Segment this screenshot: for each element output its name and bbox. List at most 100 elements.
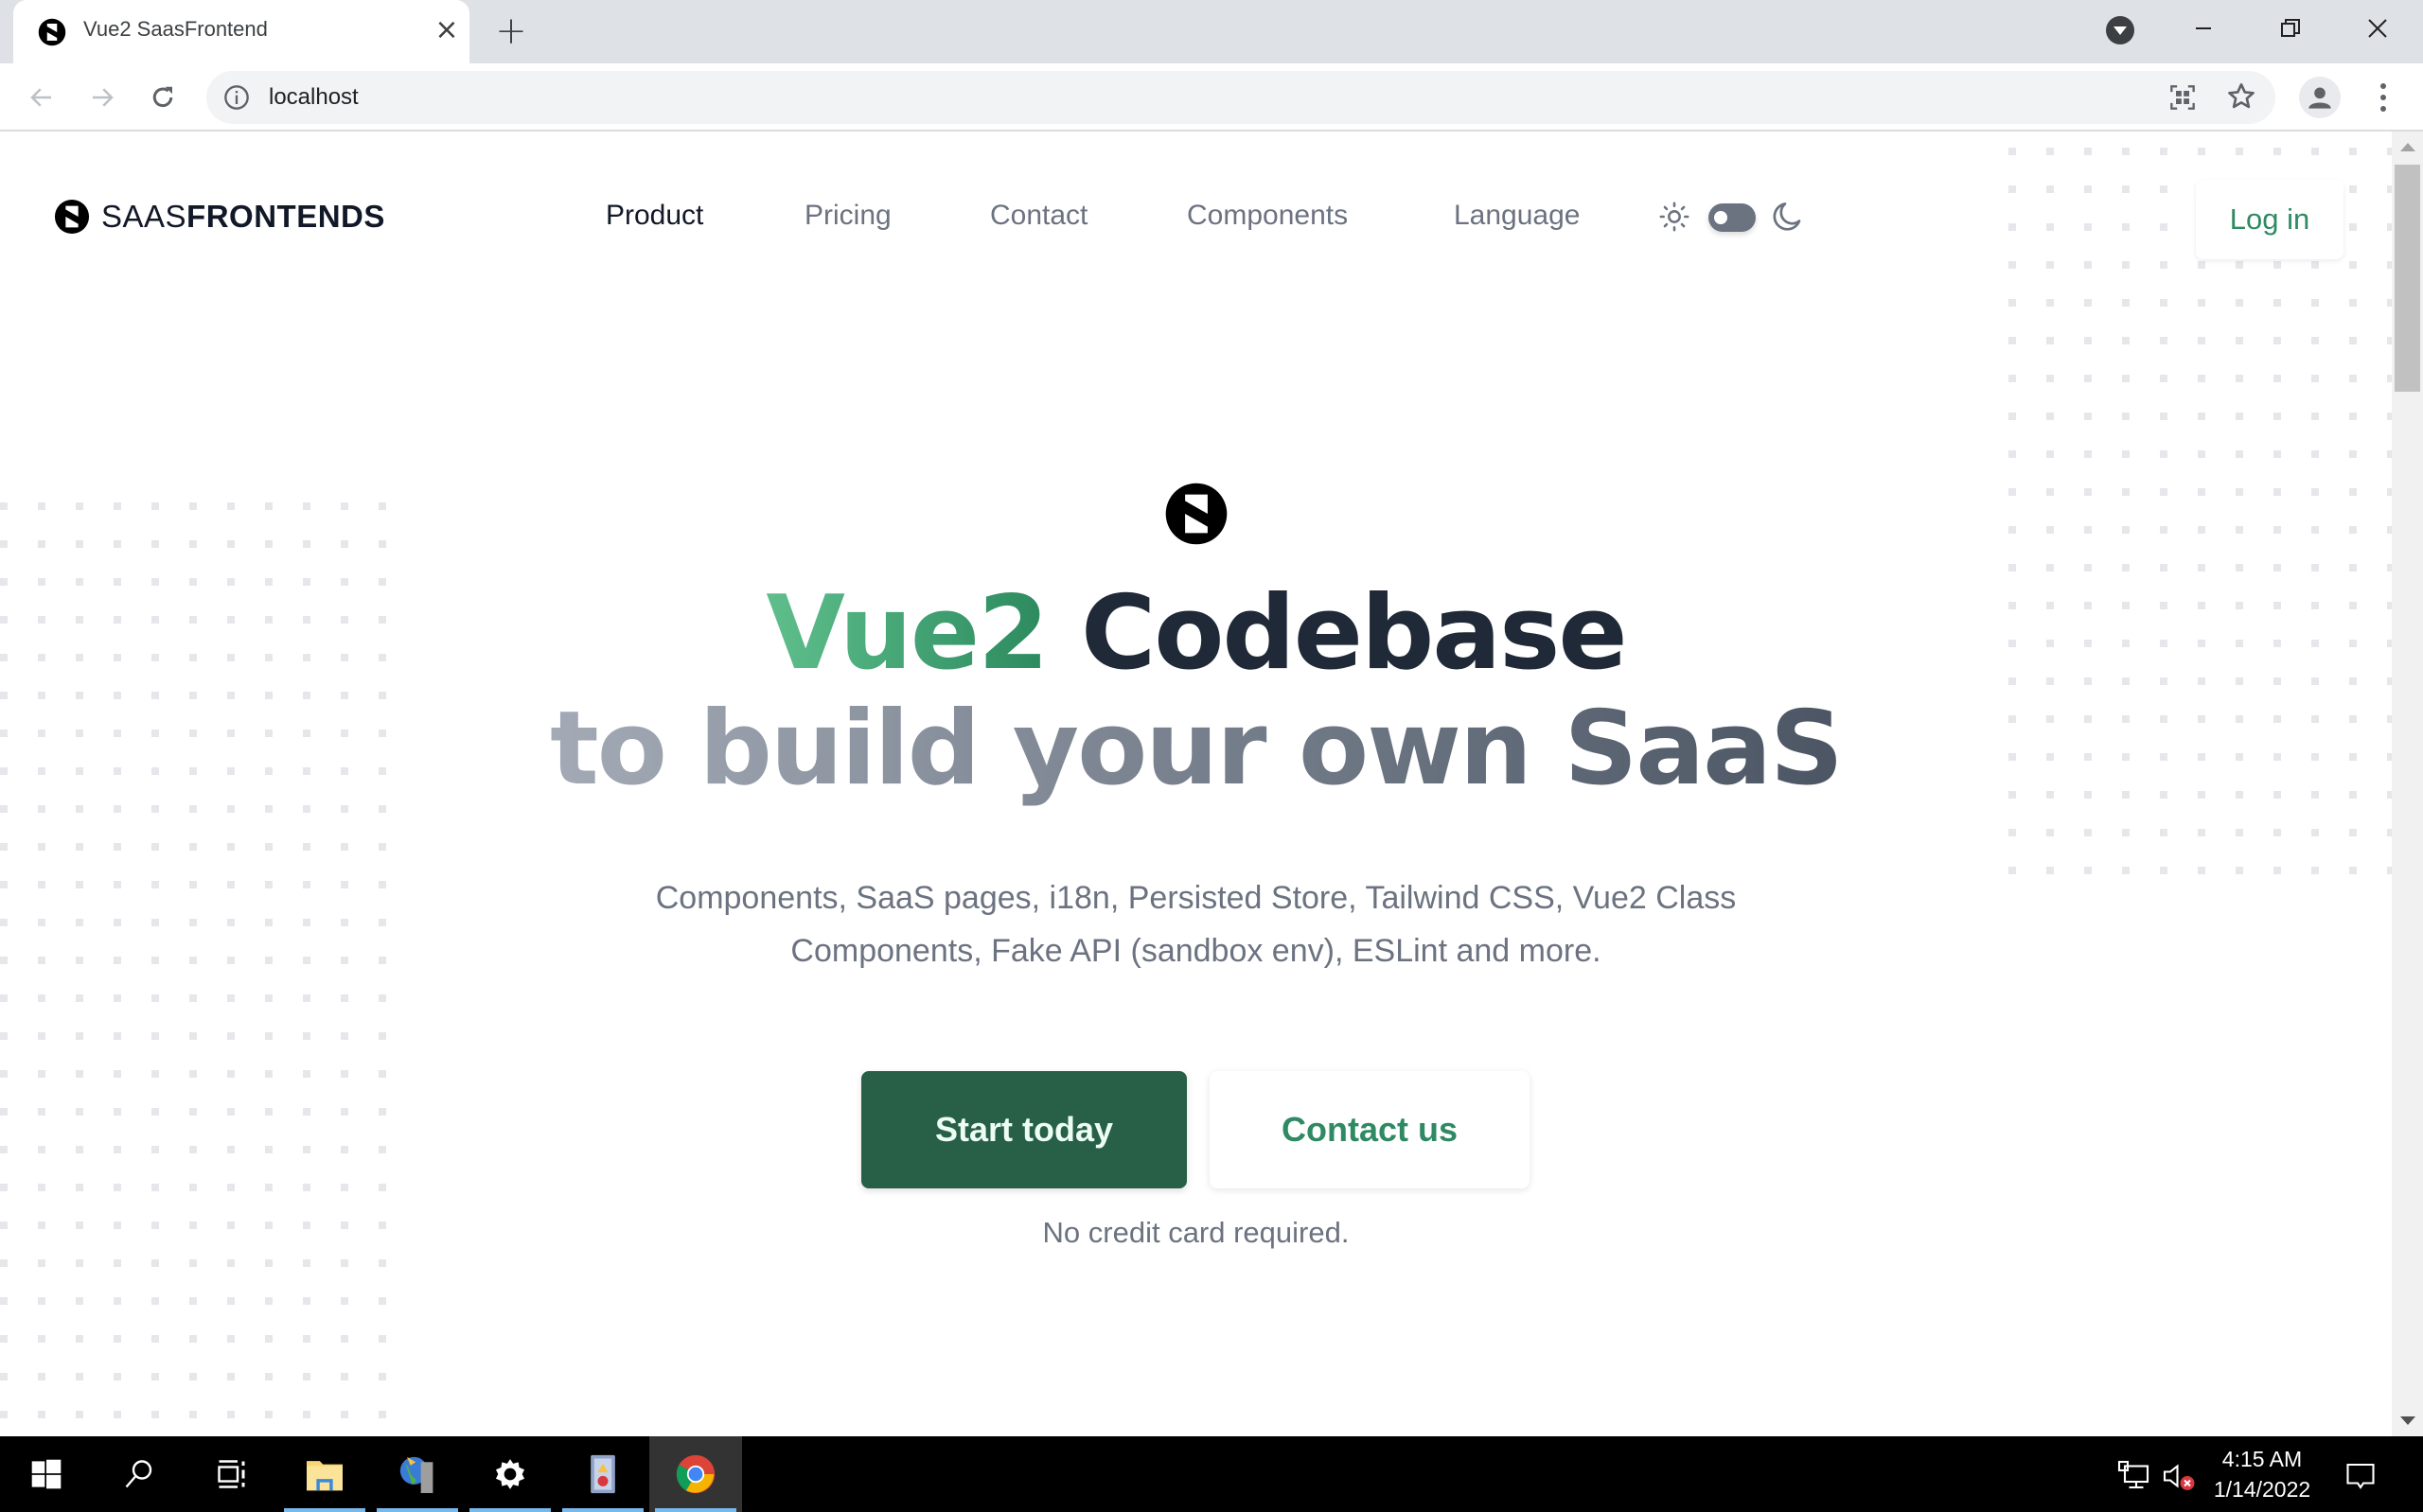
pattern-dot — [303, 881, 310, 888]
arrow-left-icon — [30, 88, 51, 107]
profile-avatar[interactable] — [2299, 77, 2341, 118]
pattern-dot — [227, 502, 235, 510]
pattern-dot — [76, 1032, 83, 1040]
pattern-dot — [2084, 867, 2092, 874]
moon-icon[interactable] — [1771, 200, 1805, 234]
pattern-dot — [2008, 488, 2016, 496]
pattern-dot — [2084, 223, 2092, 231]
pattern-dot — [379, 994, 386, 1002]
pattern-dot — [76, 1070, 83, 1078]
pattern-dot — [2198, 413, 2205, 420]
pattern-dot — [2311, 829, 2319, 836]
brand-logo[interactable]: SAASFRONTENDS — [54, 198, 385, 236]
network-app-taskbar-button[interactable] — [371, 1436, 464, 1512]
pattern-dot — [0, 994, 8, 1002]
pattern-dot — [2273, 261, 2281, 269]
pattern-dot — [2046, 375, 2054, 382]
page-scrollbar[interactable] — [2392, 132, 2423, 1436]
pattern-dot — [2160, 337, 2167, 344]
url-text[interactable]: localhost — [269, 84, 359, 111]
pattern-dot — [303, 1297, 310, 1305]
pattern-dot — [2084, 261, 2092, 269]
pattern-dot — [38, 540, 45, 548]
restore-button[interactable] — [2247, 0, 2334, 57]
back-button[interactable] — [21, 77, 62, 118]
nav-contact[interactable]: Contact — [990, 200, 1088, 232]
nav-language[interactable]: Language — [1454, 200, 1580, 232]
pattern-dot — [189, 881, 197, 888]
pattern-dot — [379, 843, 386, 851]
pattern-dot — [227, 843, 235, 851]
task-view-button[interactable] — [186, 1436, 278, 1512]
start-today-button[interactable]: Start today — [861, 1071, 1187, 1188]
settings-taskbar-button[interactable] — [464, 1436, 557, 1512]
pattern-dot — [227, 1146, 235, 1153]
taskbar-search-button[interactable] — [93, 1436, 186, 1512]
reload-button[interactable] — [142, 77, 184, 118]
scrollbar-thumb[interactable] — [2395, 165, 2420, 392]
new-tab-button[interactable]: + — [490, 11, 532, 53]
contact-us-button[interactable]: Contact us — [1210, 1071, 1530, 1188]
system-clock[interactable]: 4:15 AM 1/14/2022 — [2205, 1444, 2319, 1504]
pattern-dot — [2008, 375, 2016, 382]
pattern-dot — [2160, 261, 2167, 269]
pattern-dot — [265, 502, 273, 510]
saasfrontends-logo-icon — [54, 199, 90, 235]
pattern-dot — [379, 1373, 386, 1380]
pattern-dot — [76, 1108, 83, 1116]
pattern-dot — [2084, 337, 2092, 344]
forward-button[interactable] — [81, 77, 123, 118]
pattern-dot — [2008, 299, 2016, 307]
nav-product[interactable]: Product — [606, 200, 703, 232]
minimize-button[interactable] — [2160, 0, 2247, 57]
pattern-dot — [2273, 829, 2281, 836]
pattern-dot — [2273, 337, 2281, 344]
pattern-dot — [76, 1335, 83, 1343]
tab-search-icon[interactable] — [2106, 16, 2134, 44]
info-icon[interactable] — [223, 84, 250, 111]
pattern-dot — [341, 1146, 348, 1153]
address-bar[interactable]: localhost — [206, 71, 2275, 124]
pattern-dot — [114, 1070, 121, 1078]
pattern-dot — [2084, 829, 2092, 836]
pattern-dot — [227, 994, 235, 1002]
pattern-dot — [379, 1070, 386, 1078]
pattern-dot — [151, 1297, 159, 1305]
login-button[interactable]: Log in — [2196, 180, 2343, 259]
pattern-dot — [2046, 450, 2054, 458]
pattern-dot — [265, 1297, 273, 1305]
bookmark-star-icon[interactable] — [2226, 81, 2256, 112]
pattern-dot — [265, 540, 273, 548]
pattern-dot — [379, 1297, 386, 1305]
pattern-dot — [2198, 299, 2205, 307]
network-status-icon[interactable] — [2116, 1459, 2150, 1493]
pattern-dot — [2122, 413, 2130, 420]
pattern-dot — [2273, 564, 2281, 571]
volume-muted-icon[interactable] — [2160, 1459, 2198, 1493]
nav-components[interactable]: Components — [1187, 200, 1348, 232]
pattern-dot — [265, 843, 273, 851]
start-button[interactable] — [0, 1436, 93, 1512]
pattern-dot — [2008, 450, 2016, 458]
scroll-down-arrow-icon[interactable] — [2400, 1416, 2415, 1425]
pattern-dot — [2084, 526, 2092, 534]
qr-code-icon[interactable] — [2169, 84, 2196, 111]
scroll-up-arrow-icon[interactable] — [2400, 143, 2415, 151]
pattern-dot — [151, 1411, 159, 1418]
tab-close-icon[interactable]: × — [430, 13, 464, 47]
browser-menu-button[interactable] — [2366, 77, 2400, 118]
pattern-dot — [303, 919, 310, 926]
chrome-taskbar-button[interactable] — [649, 1436, 742, 1512]
pattern-dot — [2236, 488, 2243, 496]
pattern-dot — [2160, 223, 2167, 231]
file-explorer-taskbar-button[interactable] — [278, 1436, 371, 1512]
sun-icon[interactable] — [1658, 201, 1690, 233]
event-viewer-taskbar-button[interactable] — [557, 1436, 649, 1512]
browser-tab[interactable]: Vue2 SaasFrontend × — [13, 0, 469, 63]
close-window-button[interactable] — [2334, 0, 2421, 57]
theme-toggle[interactable] — [1708, 203, 1756, 232]
pattern-dot — [265, 881, 273, 888]
nav-pricing[interactable]: Pricing — [805, 200, 892, 232]
pattern-dot — [2084, 488, 2092, 496]
notification-center-icon[interactable] — [2343, 1459, 2378, 1493]
